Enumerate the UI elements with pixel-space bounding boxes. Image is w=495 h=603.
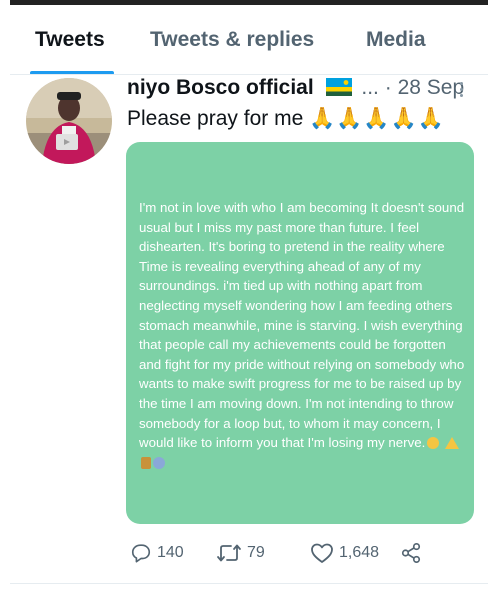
tab-tweets[interactable]: Tweets — [35, 28, 105, 52]
separator-dot: · — [384, 76, 392, 99]
tab-media[interactable]: Media — [366, 28, 426, 52]
avatar-image — [26, 78, 112, 164]
avatar[interactable] — [26, 78, 112, 164]
folded-hands-icon: 🙏🙏🙏🙏🙏 — [309, 107, 445, 130]
rwanda-flag-icon — [325, 77, 352, 96]
image-text-content: I'm not in love with who I am becoming I… — [139, 200, 465, 451]
reply-icon — [131, 544, 151, 563]
name-truncation: ... — [361, 76, 379, 99]
profile-tabs: Tweets Tweets & replies Media — [0, 20, 495, 75]
crying-face-icon — [427, 437, 440, 450]
retweet-count: 79 — [247, 544, 265, 561]
author-name[interactable]: niyo Bosco official — [127, 76, 314, 99]
reply-count: 140 — [157, 544, 184, 561]
tweet-text-content: Please pray for me — [127, 107, 304, 130]
warning-icon — [445, 437, 460, 450]
tweet-actions: 140 79 1,648 — [0, 538, 495, 568]
share-button[interactable] — [400, 538, 422, 568]
like-button[interactable]: 1,648 — [310, 538, 379, 568]
tweet-header: niyo Bosco official ... · 28 Sep — [127, 76, 477, 104]
like-count: 1,648 — [339, 544, 380, 561]
retweet-icon — [217, 544, 241, 562]
image-text: I'm not in love with who I am becoming I… — [139, 198, 465, 472]
reply-button[interactable]: 140 — [130, 538, 184, 568]
tab-tweets-and-replies[interactable]: Tweets & replies — [150, 28, 314, 52]
retweet-button[interactable]: 79 — [216, 538, 265, 568]
share-icon — [401, 543, 421, 563]
cup-icon — [141, 456, 151, 469]
divider — [10, 74, 488, 75]
man-gesturing-icon — [153, 456, 165, 469]
more-options-icon[interactable] — [457, 79, 465, 101]
tweet-date[interactable]: 28 Sep — [398, 76, 465, 99]
tweet-image[interactable]: I'm not in love with who I am becoming I… — [126, 142, 474, 524]
divider — [10, 583, 488, 584]
top-edge-bar — [10, 0, 488, 5]
like-icon — [311, 543, 333, 563]
tweet-text: Please pray for me 🙏🙏🙏🙏🙏 — [127, 107, 445, 131]
